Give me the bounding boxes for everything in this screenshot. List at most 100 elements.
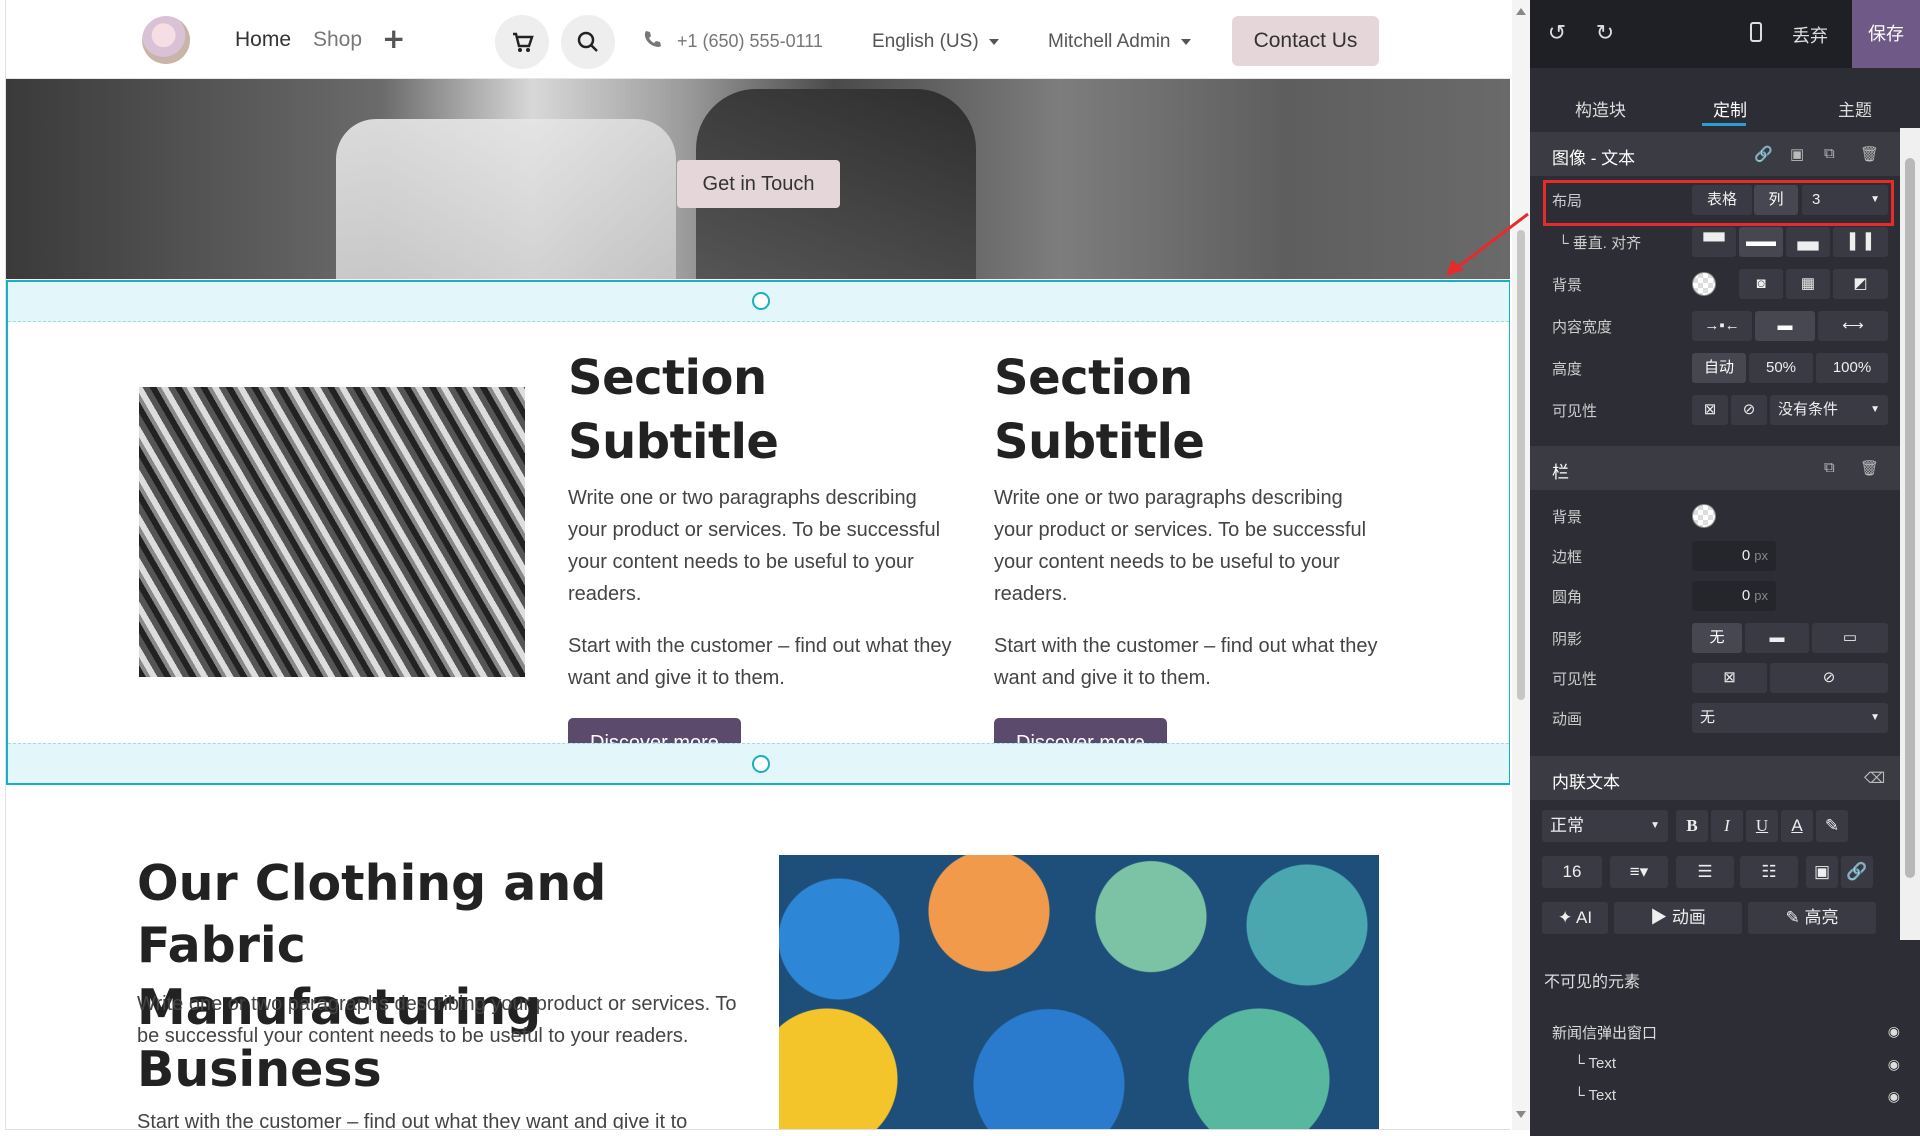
search-button[interactable] xyxy=(561,15,615,69)
height-50-button[interactable]: 50% xyxy=(1749,353,1813,383)
resize-handle-top[interactable] xyxy=(752,292,770,310)
redo-icon[interactable]: ↻ xyxy=(1590,18,1620,48)
highlight-color-icon[interactable]: ✎ xyxy=(1816,810,1848,842)
align-middle-icon[interactable]: ▬▬ xyxy=(1739,227,1783,257)
numbered-list-icon[interactable]: ☷ xyxy=(1740,856,1798,888)
annotation-arrow-icon xyxy=(1446,212,1529,276)
shadow-none-button[interactable]: 无 xyxy=(1692,623,1742,653)
width-narrow-icon[interactable]: →▪← xyxy=(1692,311,1752,341)
underline-button[interactable]: U xyxy=(1746,810,1778,842)
tab-customize[interactable]: 定制 xyxy=(1713,96,1747,121)
eye-icon[interactable]: ◉ xyxy=(1888,1088,1900,1105)
phone-number[interactable]: +1 (650) 555-0111 xyxy=(677,31,823,52)
align-stretch-icon[interactable]: ▌▐ xyxy=(1833,227,1888,257)
duplicate-icon[interactable]: ⧉ xyxy=(1824,145,1835,162)
align-left-icon[interactable]: ≡▾ xyxy=(1610,856,1668,888)
hide-desktop-icon[interactable]: ⊠ xyxy=(1692,395,1728,425)
site-logo[interactable] xyxy=(142,16,190,64)
font-size-input[interactable]: 16 xyxy=(1542,856,1602,888)
nav-home-link[interactable]: Home xyxy=(235,28,291,52)
scrollbar-thumb[interactable] xyxy=(1517,230,1525,700)
width-full-icon[interactable]: ⟷ xyxy=(1818,311,1888,341)
scroll-up-icon[interactable] xyxy=(1516,8,1526,15)
save-button[interactable]: 保存 xyxy=(1852,0,1920,68)
font-color-button[interactable]: A xyxy=(1781,810,1813,842)
contact-us-button[interactable]: Contact Us xyxy=(1232,16,1379,66)
eye-icon[interactable]: ◉ xyxy=(1888,1056,1900,1073)
height-row: 高度 自动 50% 100% xyxy=(1530,348,1900,388)
cart-button[interactable] xyxy=(495,15,549,69)
invisible-item-newsletter[interactable]: 新闻信弹出窗口 xyxy=(1552,1022,1657,1043)
towels-image[interactable] xyxy=(779,855,1379,1129)
save-block-icon[interactable]: ▣ xyxy=(1790,145,1804,163)
color-picker-icon[interactable] xyxy=(1692,504,1716,528)
border-input[interactable]: 0 px xyxy=(1692,541,1776,571)
film-icon[interactable]: ▦ xyxy=(1786,269,1830,299)
eraser-icon[interactable]: ⌫ xyxy=(1864,769,1885,787)
scroll-down-icon[interactable] xyxy=(1516,1111,1526,1118)
align-top-icon[interactable]: ▀▀ xyxy=(1692,227,1736,257)
panel-scrollbar[interactable] xyxy=(1900,128,1920,940)
hide-mobile-icon[interactable]: ⊘ xyxy=(1770,663,1888,693)
highlight-button[interactable]: ✎ 高亮 xyxy=(1748,902,1876,934)
animate-button[interactable]: ▶ 动画 xyxy=(1614,902,1742,934)
height-auto-button[interactable]: 自动 xyxy=(1692,353,1746,383)
invisible-item-text[interactable]: └ Text xyxy=(1574,1055,1616,1072)
paragraph-style-select[interactable]: 正常 ▼ xyxy=(1542,810,1668,842)
link-icon[interactable]: 🔗 xyxy=(1841,856,1873,888)
column-paragraph[interactable]: Start with the customer – find out what … xyxy=(568,630,958,694)
link-icon[interactable]: 🔗 xyxy=(1754,145,1773,163)
preview-scrollbar[interactable] xyxy=(1512,0,1530,1130)
user-dropdown[interactable]: Mitchell Admin xyxy=(1048,31,1191,53)
shadow-inset-icon[interactable]: ▭ xyxy=(1812,623,1888,653)
selected-image-text-section[interactable]: Section Subtitle Write one or two paragr… xyxy=(6,280,1510,785)
shadow-outset-icon[interactable]: ▬ xyxy=(1745,623,1809,653)
section2-title[interactable]: Our Clothing and Fabric Manufacturing Bu… xyxy=(137,853,717,1101)
camera-icon[interactable]: ◙ xyxy=(1739,269,1783,299)
highlight-label: 高亮 xyxy=(1804,908,1839,927)
section2-paragraph[interactable]: Start with the customer – find out what … xyxy=(137,1106,737,1129)
animation-select[interactable]: 无 ▼ xyxy=(1692,703,1888,733)
column-paragraph[interactable]: Start with the customer – find out what … xyxy=(994,630,1384,694)
tab-theme[interactable]: 主题 xyxy=(1838,96,1872,121)
text-column-2[interactable]: Section Subtitle Write one or two paragr… xyxy=(994,346,1384,768)
shape-icon[interactable]: ◩ xyxy=(1833,269,1888,299)
resize-handle-bottom[interactable] xyxy=(752,755,770,773)
column-paragraph[interactable]: Write one or two paragraphs describing y… xyxy=(568,482,958,610)
visibility-select[interactable]: 没有条件 ▼ xyxy=(1770,395,1888,425)
background-row: 背景 ◙ ▦ ◩ xyxy=(1530,264,1900,304)
trash-icon[interactable]: 🗑 xyxy=(1860,459,1879,477)
image-icon[interactable]: ▣ xyxy=(1806,856,1838,888)
language-dropdown[interactable]: English (US) xyxy=(872,31,999,53)
undo-icon[interactable]: ↺ xyxy=(1542,18,1572,48)
tab-blocks[interactable]: 构造块 xyxy=(1575,96,1626,121)
get-in-touch-button[interactable]: Get in Touch xyxy=(677,160,840,208)
discard-button[interactable]: 丢弃 xyxy=(1792,22,1828,48)
section-subtitle[interactable]: Section Subtitle xyxy=(568,346,958,474)
nav-shop-link[interactable]: Shop xyxy=(313,28,362,52)
radius-input[interactable]: 0 px xyxy=(1692,581,1776,611)
bullet-list-icon[interactable]: ☰ xyxy=(1676,856,1734,888)
panel-scrollbar-thumb[interactable] xyxy=(1905,158,1915,878)
eye-slash-icon[interactable]: ◉ xyxy=(1888,1023,1900,1040)
duplicate-icon[interactable]: ⧉ xyxy=(1824,459,1835,476)
trash-icon[interactable]: 🗑 xyxy=(1860,145,1879,163)
align-bottom-icon[interactable]: ▄▄ xyxy=(1786,227,1830,257)
section-subtitle[interactable]: Section Subtitle xyxy=(994,346,1384,474)
ai-button[interactable]: ✦ AI xyxy=(1542,902,1608,934)
hide-mobile-icon[interactable]: ⊘ xyxy=(1731,395,1767,425)
bold-button[interactable]: B xyxy=(1676,810,1708,842)
add-menu-icon[interactable]: + xyxy=(382,22,405,55)
invisible-elements-title: 不可见的元素 xyxy=(1544,974,1641,991)
invisible-item-text[interactable]: └ Text xyxy=(1574,1087,1616,1104)
column-paragraph[interactable]: Write one or two paragraphs describing y… xyxy=(994,482,1384,610)
italic-button[interactable]: I xyxy=(1711,810,1743,842)
width-regular-icon[interactable]: ▬ xyxy=(1755,311,1815,341)
mobile-preview-icon[interactable] xyxy=(1750,22,1762,42)
section2-paragraph[interactable]: Write one or two paragraphs describing y… xyxy=(137,988,737,1052)
shirts-image[interactable] xyxy=(139,387,525,677)
height-100-button[interactable]: 100% xyxy=(1816,353,1888,383)
text-column-1[interactable]: Section Subtitle Write one or two paragr… xyxy=(568,346,958,768)
hide-desktop-icon[interactable]: ⊠ xyxy=(1692,663,1767,693)
color-picker-icon[interactable] xyxy=(1692,272,1716,296)
